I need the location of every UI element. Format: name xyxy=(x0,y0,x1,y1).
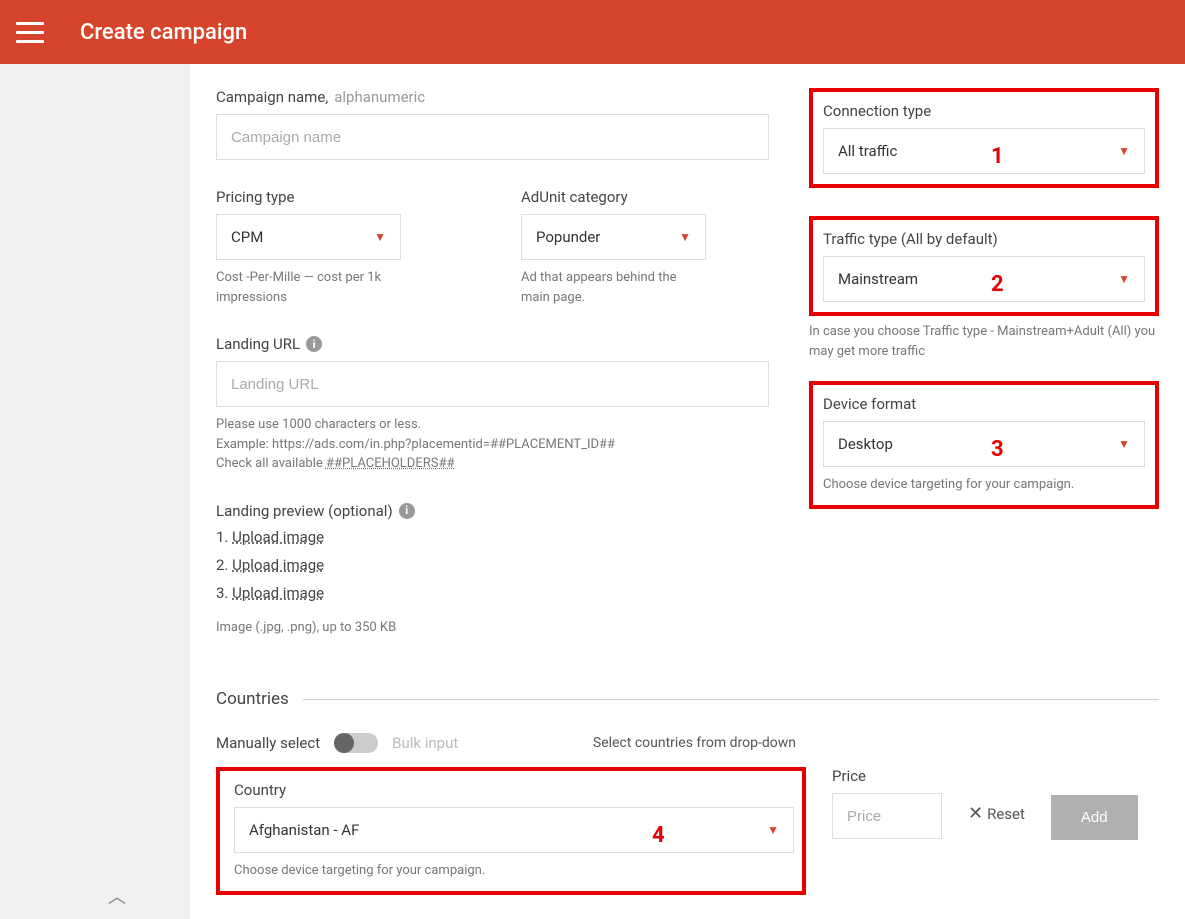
price-input[interactable] xyxy=(832,793,942,839)
chevron-down-icon: ▼ xyxy=(1118,144,1130,158)
traffic-type-label: Traffic type (All by default) xyxy=(823,230,998,248)
traffic-type-value: Mainstream xyxy=(838,270,918,288)
price-label: Price xyxy=(832,767,866,785)
landing-preview-field: Landing preview (optional) i 1. Upload i… xyxy=(216,502,769,638)
adunit-value: Popunder xyxy=(536,228,600,246)
placeholders-link[interactable]: ##PLACEHOLDERS## xyxy=(326,456,454,471)
upload-link-2[interactable]: Upload image xyxy=(232,556,324,574)
chevron-down-icon: ▼ xyxy=(767,823,779,837)
traffic-type-field: 2 Traffic type (All by default) Mainstre… xyxy=(809,216,1159,316)
chevron-down-icon: ▼ xyxy=(1118,437,1130,451)
country-label: Country xyxy=(234,781,286,799)
upload-row-1: 1. Upload image xyxy=(216,528,769,546)
landing-url-field: Landing URL i Please use 1000 characters… xyxy=(216,335,769,474)
country-help: Choose device targeting for your campaig… xyxy=(234,861,788,881)
adunit-help: Ad that appears behind the main page. xyxy=(521,268,706,307)
traffic-type-help: In case you choose Traffic type - Mainst… xyxy=(809,322,1159,361)
country-mode-hint: Select countries from drop-down xyxy=(593,735,806,751)
upload-link-1[interactable]: Upload image xyxy=(232,528,324,546)
country-select[interactable]: Afghanistan - AF ▼ xyxy=(234,807,794,853)
pricing-type-value: CPM xyxy=(231,228,263,246)
top-bar: Create campaign xyxy=(0,0,1185,64)
device-format-help: Choose device targeting for your campaig… xyxy=(823,475,1145,495)
landing-preview-label: Landing preview (optional) xyxy=(216,502,393,520)
pricing-type-help: Cost -Per-Mille — cost per 1k impression… xyxy=(216,268,401,307)
sidebar: ︿ xyxy=(0,64,190,919)
landing-url-label: Landing URL xyxy=(216,335,300,353)
country-mode-row: Manually select Bulk input Select countr… xyxy=(216,733,806,753)
upload-row-2: 2. Upload image xyxy=(216,556,769,574)
annotation-2: 2 xyxy=(991,272,1004,297)
chevron-down-icon: ▼ xyxy=(679,230,691,244)
campaign-name-field: Campaign name, alphanumeric xyxy=(216,88,769,160)
pricing-type-label: Pricing type xyxy=(216,188,295,206)
landing-url-help: Please use 1000 characters or less. Exam… xyxy=(216,415,769,474)
connection-type-field: 1 Connection type All traffic ▼ xyxy=(809,88,1159,188)
reset-button[interactable]: ✕ Reset xyxy=(968,803,1025,824)
bulk-input-label[interactable]: Bulk input xyxy=(392,734,458,752)
country-value: Afghanistan - AF xyxy=(249,821,359,839)
campaign-name-label: Campaign name, xyxy=(216,88,328,106)
page-title: Create campaign xyxy=(80,20,247,45)
main-content: Campaign name, alphanumeric Pricing type… xyxy=(190,64,1185,919)
info-icon[interactable]: i xyxy=(306,336,322,352)
price-field: Price xyxy=(832,767,942,839)
annotation-3: 3 xyxy=(991,437,1004,462)
chevron-up-icon[interactable]: ︿ xyxy=(108,883,126,909)
connection-type-select[interactable]: All traffic ▼ xyxy=(823,128,1145,174)
annotation-4: 4 xyxy=(652,823,665,848)
info-icon[interactable]: i xyxy=(399,503,415,519)
page-container: ︿ Campaign name, alphanumeric Pricing ty… xyxy=(0,64,1185,919)
country-field: 4 Country Afghanistan - AF ▼ Choose devi… xyxy=(216,767,806,895)
country-mode-toggle[interactable] xyxy=(334,733,378,753)
manual-select-label[interactable]: Manually select xyxy=(216,734,320,752)
country-row: 4 Country Afghanistan - AF ▼ Choose devi… xyxy=(216,767,1159,895)
campaign-name-hint: alphanumeric xyxy=(334,88,425,106)
device-format-value: Desktop xyxy=(838,435,893,453)
annotation-1: 1 xyxy=(991,144,1004,169)
hamburger-icon[interactable] xyxy=(16,22,44,43)
campaign-name-input[interactable] xyxy=(216,114,769,160)
device-format-field: 3 Device format Desktop ▼ Choose device … xyxy=(809,381,1159,509)
adunit-label: AdUnit category xyxy=(521,188,628,206)
landing-url-input[interactable] xyxy=(216,361,769,407)
chevron-down-icon: ▼ xyxy=(1118,272,1130,286)
device-format-label: Device format xyxy=(823,395,916,413)
connection-type-label: Connection type xyxy=(823,102,931,120)
device-format-select[interactable]: Desktop ▼ xyxy=(823,421,1145,467)
traffic-type-select[interactable]: Mainstream ▼ xyxy=(823,256,1145,302)
pricing-type-select[interactable]: CPM ▼ xyxy=(216,214,401,260)
upload-row-3: 3. Upload image xyxy=(216,584,769,602)
adunit-field: AdUnit category Popunder ▼ Ad that appea… xyxy=(521,188,706,307)
upload-hint: Image (.jpg, .png), up to 350 KB xyxy=(216,618,769,638)
close-icon: ✕ xyxy=(968,803,983,824)
upload-link-3[interactable]: Upload image xyxy=(232,584,324,602)
countries-section-title: Countries xyxy=(216,689,289,709)
add-button[interactable]: Add xyxy=(1051,795,1138,840)
connection-type-value: All traffic xyxy=(838,142,897,160)
pricing-type-field: Pricing type CPM ▼ Cost -Per-Mille — cos… xyxy=(216,188,401,307)
chevron-down-icon: ▼ xyxy=(374,230,386,244)
countries-section-divider: Countries xyxy=(216,689,1159,709)
adunit-select[interactable]: Popunder ▼ xyxy=(521,214,706,260)
